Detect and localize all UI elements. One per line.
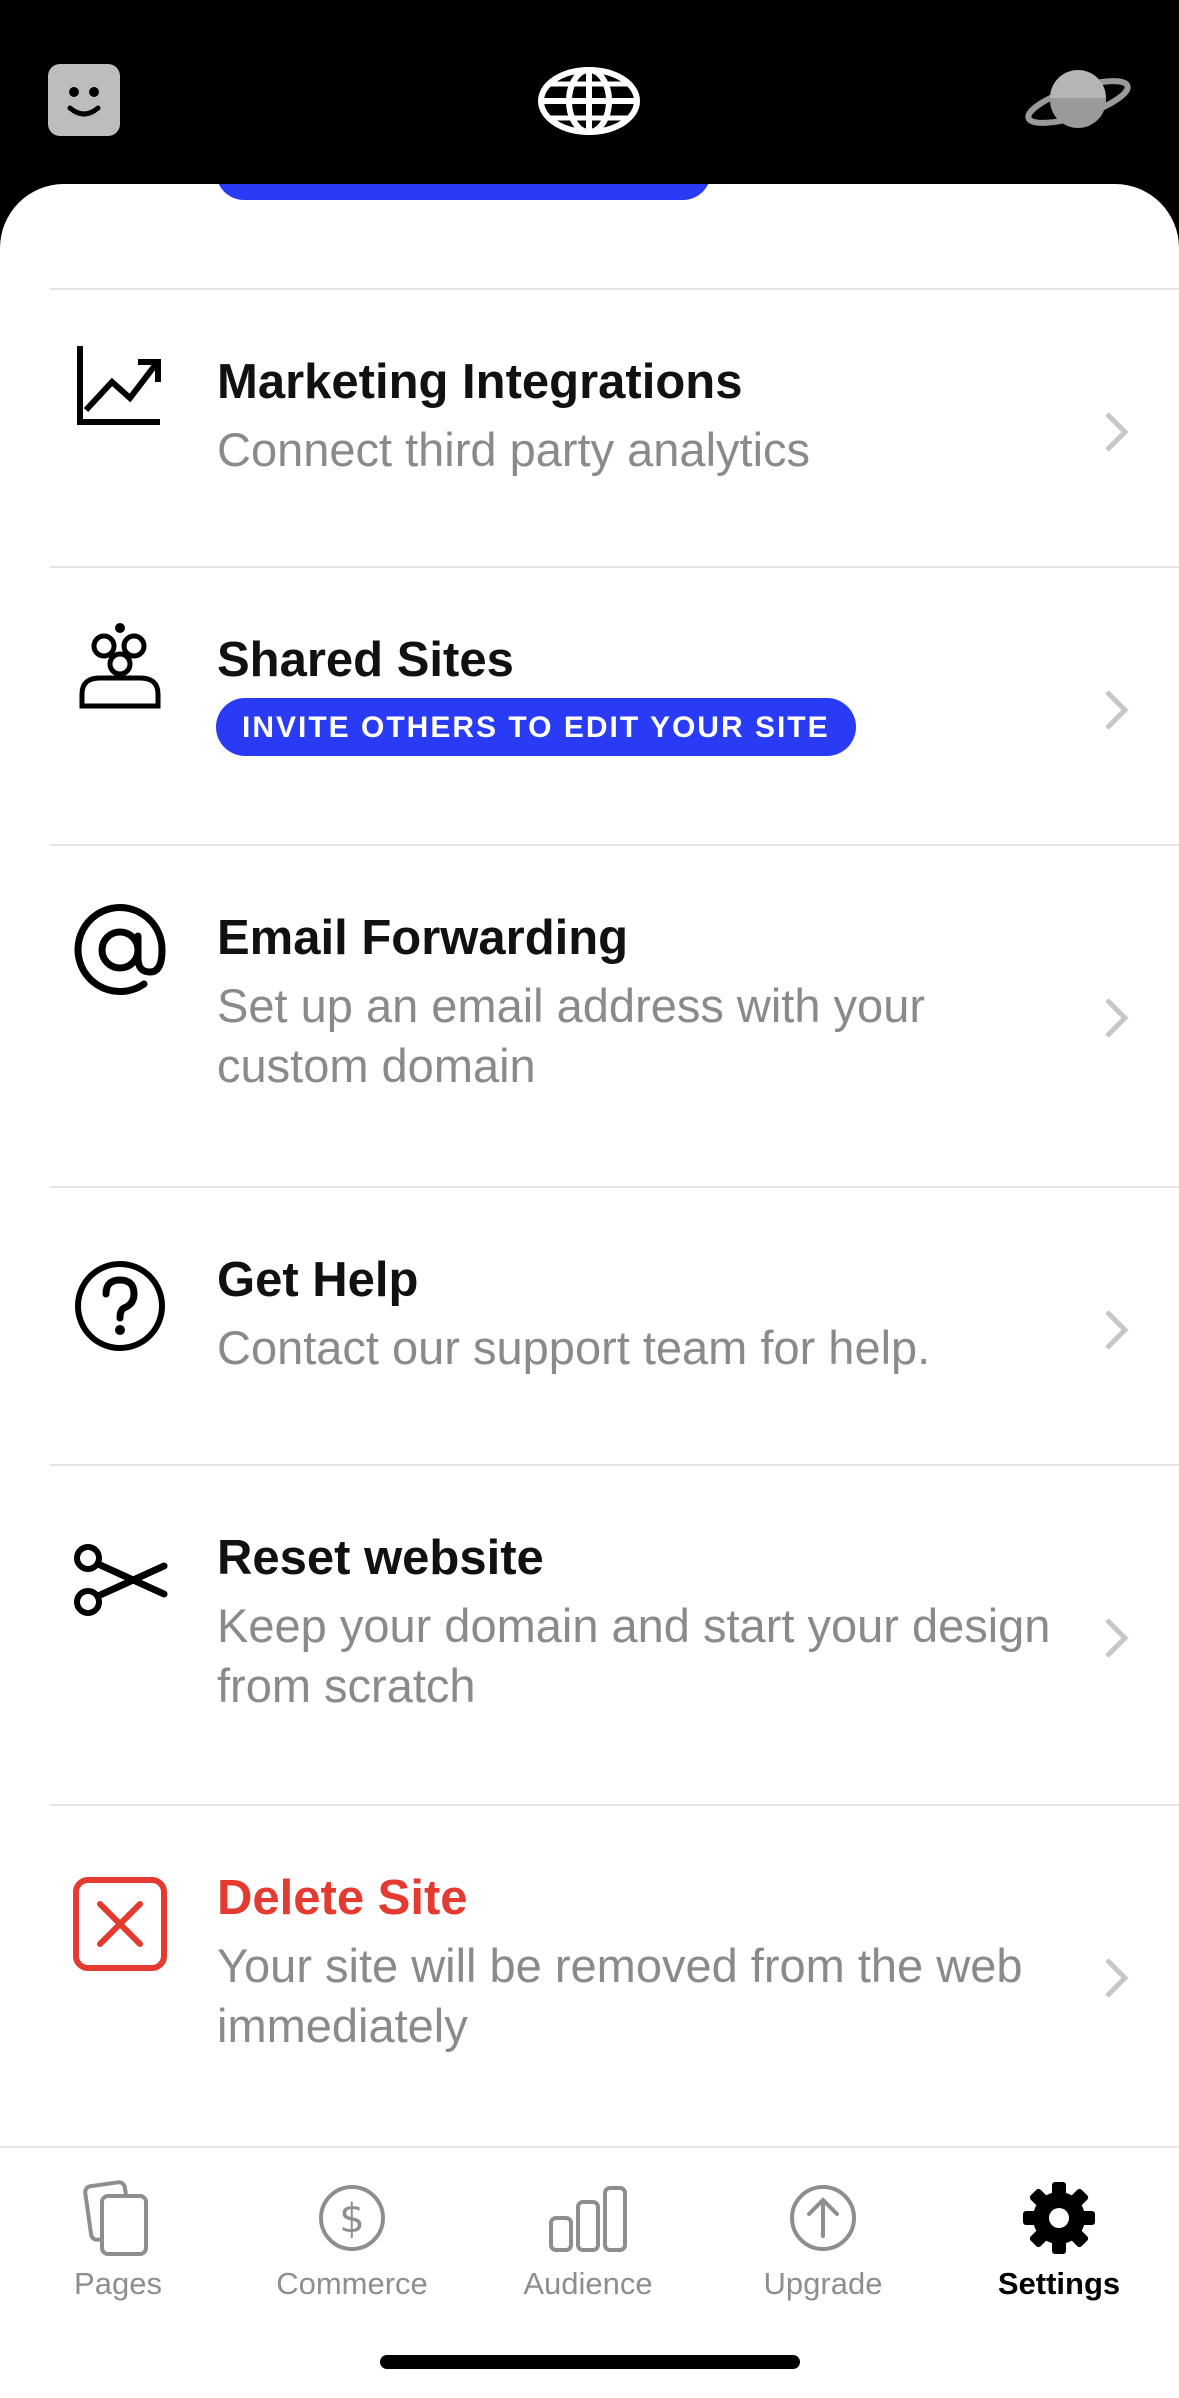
tab-upgrade[interactable]: Upgrade	[723, 2160, 923, 2310]
item-title: Shared Sites	[217, 633, 514, 687]
chevron-right-icon	[1105, 690, 1129, 730]
item-title: Email Forwarding	[217, 911, 629, 965]
item-subtitle: Keep your domain and start your design f…	[217, 1599, 1051, 1712]
settings-item-email-forwarding[interactable]: Email Forwarding Set up an email address…	[0, 846, 1179, 1184]
shared-people-icon	[79, 623, 161, 709]
item-subtitle: Set up an email address with your custom…	[217, 979, 925, 1092]
tab-label: Commerce	[276, 2266, 428, 2301]
top-bar	[0, 0, 1179, 200]
item-title: Marketing Integrations	[217, 355, 743, 409]
tab-audience[interactable]: Audience	[488, 2160, 688, 2310]
tab-settings[interactable]: Settings	[959, 2160, 1159, 2310]
chevron-right-icon	[1105, 998, 1129, 1038]
chart-trend-icon	[77, 346, 161, 425]
gear-icon	[1023, 2182, 1095, 2254]
delete-x-icon	[73, 1877, 167, 1971]
pages-icon	[83, 2180, 148, 2256]
settings-item-get-help[interactable]: Get Help Contact our support team for he…	[0, 1188, 1179, 1464]
tab-label: Upgrade	[763, 2266, 883, 2301]
svg-text:$: $	[339, 2196, 364, 2242]
item-title: Get Help	[217, 1253, 419, 1307]
bar-chart-icon	[549, 2186, 627, 2252]
at-sign-icon	[74, 904, 166, 996]
chevron-right-icon	[1105, 1958, 1129, 1998]
item-subtitle: Your site will be removed from the web i…	[217, 1939, 1023, 2052]
chevron-right-icon	[1105, 1310, 1129, 1350]
question-icon	[75, 1261, 165, 1351]
home-indicator[interactable]	[380, 2355, 800, 2369]
chevron-right-icon	[1105, 412, 1129, 452]
settings-item-delete-site[interactable]: Delete Site Your site will be removed fr…	[0, 1806, 1179, 2144]
planet-icon[interactable]	[1024, 62, 1132, 138]
item-title: Reset website	[217, 1531, 544, 1585]
item-subtitle: Connect third party analytics	[217, 423, 811, 476]
customize-domain-badge[interactable]: CUSTOMIZE YOUR DOMAIN	[216, 184, 711, 200]
settings-item-shared-sites[interactable]: Shared Sites INVITE OTHERS TO EDIT YOUR …	[0, 568, 1179, 844]
settings-sheet: CUSTOMIZE YOUR DOMAIN Marketing Integrat…	[0, 184, 1179, 2396]
dollar-icon: $	[319, 2185, 385, 2251]
globe-icon[interactable]	[537, 66, 641, 136]
settings-item-reset-website[interactable]: Reset website Keep your domain and start…	[0, 1466, 1179, 1804]
scissors-icon	[74, 1544, 168, 1616]
smiley-face-icon[interactable]	[48, 64, 120, 136]
invite-others-badge[interactable]: INVITE OTHERS TO EDIT YOUR SITE	[216, 698, 856, 756]
tab-commerce[interactable]: $ Commerce	[252, 2160, 452, 2310]
tab-label: Settings	[997, 2266, 1121, 2301]
item-subtitle: Contact our support team for help.	[217, 1321, 931, 1374]
tab-label: Audience	[523, 2266, 653, 2301]
tab-label: Pages	[74, 2266, 162, 2301]
tab-pages[interactable]: Pages	[18, 2160, 218, 2310]
item-title: Delete Site	[217, 1871, 468, 1925]
chevron-right-icon	[1105, 1618, 1129, 1658]
upgrade-arrow-icon	[790, 2185, 856, 2251]
settings-item-marketing-integrations[interactable]: Marketing Integrations Connect third par…	[0, 290, 1179, 566]
